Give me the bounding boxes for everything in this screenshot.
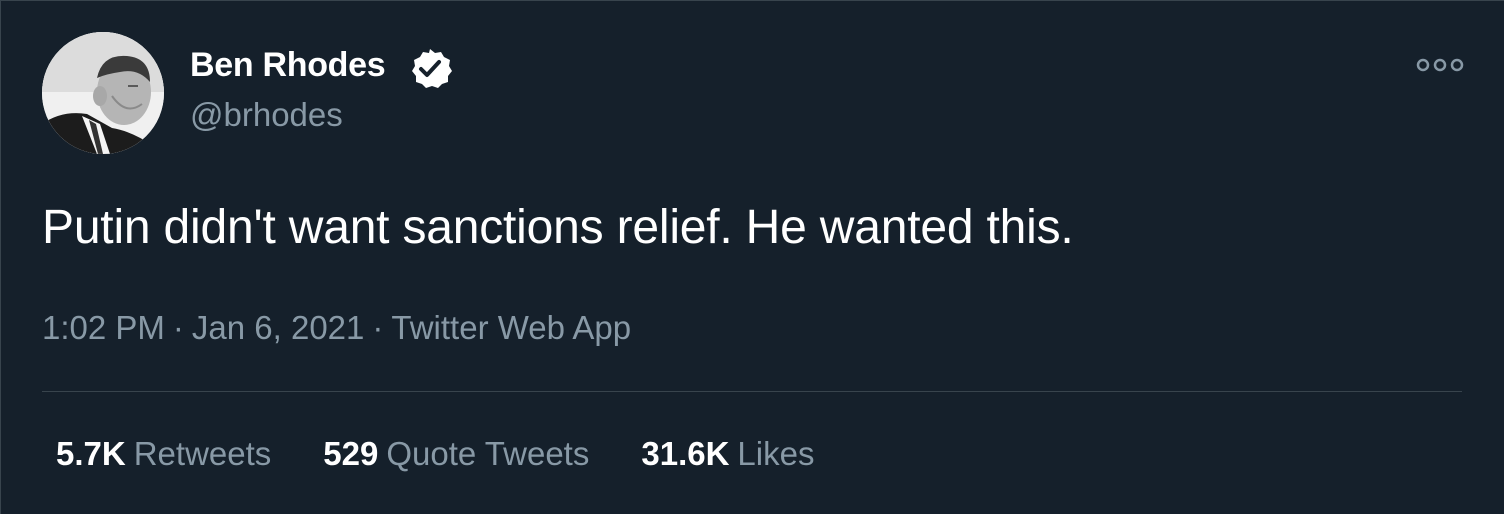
meta-separator: · — [172, 309, 184, 346]
divider — [42, 391, 1462, 392]
quote-tweets-count: 529 — [323, 435, 379, 472]
retweets-label: Retweets — [133, 435, 272, 472]
tweet-stats: 5.7K Retweets 529 Quote Tweets 31.6K Likes — [56, 435, 866, 473]
retweets-stat[interactable]: 5.7K Retweets — [56, 435, 271, 473]
quote-tweets-label: Quote Tweets — [386, 435, 590, 472]
likes-stat[interactable]: 31.6K Likes — [641, 435, 814, 473]
verified-badge-icon — [412, 49, 452, 88]
tweet-text: Putin didn't want sanctions relief. He w… — [42, 201, 1074, 254]
tweet-date[interactable]: Jan 6, 2021 — [192, 309, 364, 346]
avatar-photo — [42, 32, 164, 154]
left-border — [0, 0, 1, 514]
handle[interactable]: @brhodes — [190, 96, 343, 134]
tweet-source[interactable]: Twitter Web App — [391, 309, 631, 346]
more-options-icon[interactable] — [1412, 52, 1468, 78]
tweet-time[interactable]: 1:02 PM — [42, 309, 165, 346]
top-border — [0, 0, 1504, 8]
retweets-count: 5.7K — [56, 435, 126, 472]
tweet-meta: 1:02 PM · Jan 6, 2021 · Twitter Web App — [42, 309, 631, 347]
avatar[interactable] — [42, 32, 164, 154]
quote-tweets-stat[interactable]: 529 Quote Tweets — [323, 435, 589, 473]
display-name[interactable]: Ben Rhodes — [190, 46, 386, 85]
likes-count: 31.6K — [641, 435, 730, 472]
likes-label: Likes — [737, 435, 815, 472]
meta-separator: · — [372, 309, 384, 346]
